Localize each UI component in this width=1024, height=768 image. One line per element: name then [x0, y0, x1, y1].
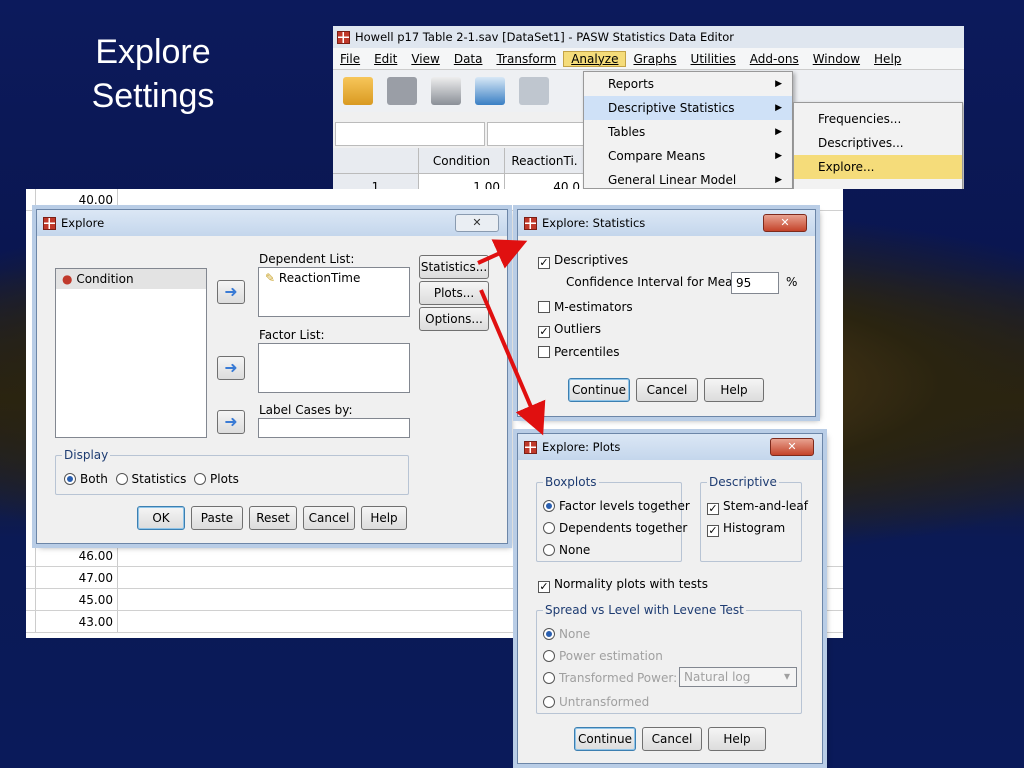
arrow-to-statistics [477, 239, 528, 269]
annotation-arrows [477, 239, 546, 436]
arrow-to-plots [479, 289, 546, 436]
